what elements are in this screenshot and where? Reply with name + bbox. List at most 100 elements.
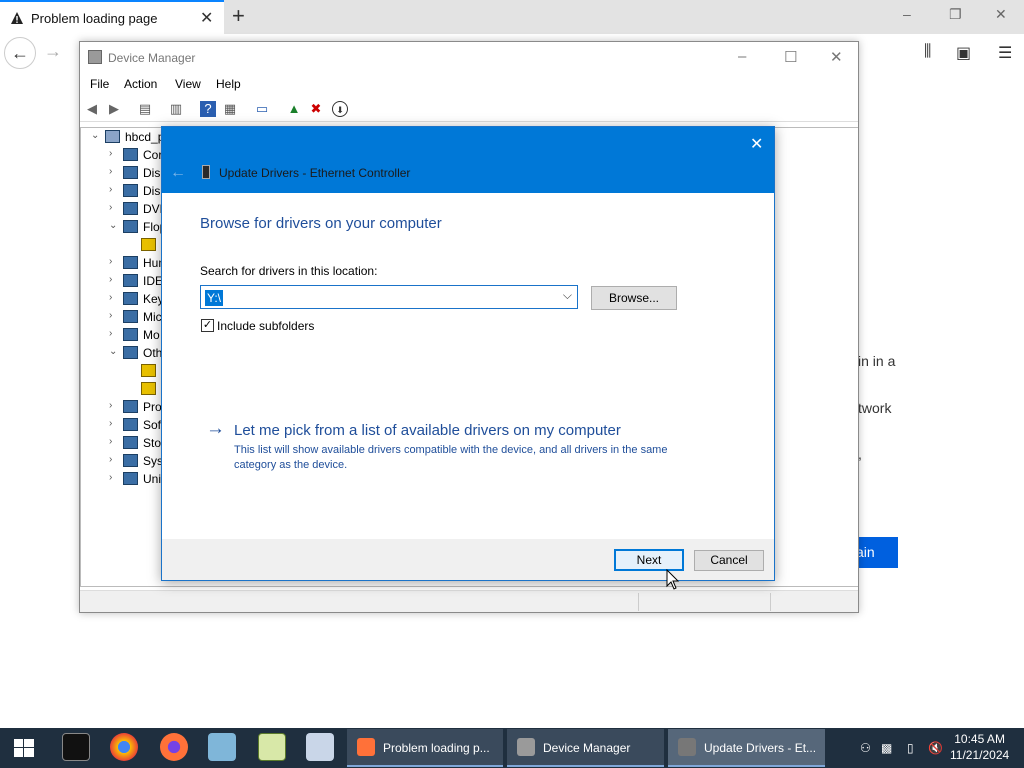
menu-file[interactable]: File	[90, 77, 109, 91]
help-icon[interactable]: ?	[200, 101, 216, 117]
device-category-icon	[123, 292, 138, 305]
chevron-right-icon[interactable]: ›	[109, 184, 112, 195]
back-button[interactable]: ←	[4, 37, 36, 69]
tool-icon[interactable]	[306, 733, 334, 761]
dm-close-button[interactable]: ✕	[830, 48, 843, 66]
tab-strip: Problem loading page ✕ + – ❐ ✕	[0, 0, 1024, 34]
restore-button[interactable]: ❐	[949, 6, 962, 23]
menu-icon[interactable]: ☰	[998, 43, 1012, 63]
tree-item-label: Sof	[143, 418, 162, 432]
display-icon[interactable]: ▩	[881, 741, 892, 755]
chevron-down-icon[interactable]: ⌄	[109, 346, 117, 357]
sidebar-icon[interactable]: ▣	[956, 43, 971, 63]
tree-item-label: Mo	[143, 328, 160, 342]
chevron-right-icon[interactable]: ›	[109, 454, 112, 465]
volume-muted-icon[interactable]: 🔇	[928, 741, 943, 755]
windows-start-icon[interactable]	[14, 739, 34, 757]
firefox-icon[interactable]	[160, 733, 188, 761]
explorer-icon[interactable]	[208, 733, 236, 761]
include-subfolders-label[interactable]: Include subfolders	[217, 319, 314, 333]
pick-from-list-link[interactable]: Let me pick from a list of available dri…	[234, 422, 621, 439]
uninstall-icon[interactable]: ✖	[308, 101, 324, 117]
cancel-button[interactable]: Cancel	[694, 550, 764, 571]
tab-title: Problem loading page	[31, 11, 158, 26]
forward-arrow-icon[interactable]: ▶	[106, 101, 122, 117]
update-drivers-dialog: ✕ ← Update Drivers - Ethernet Controller…	[161, 126, 775, 581]
taskbar-window-device-manager[interactable]: Device Manager	[507, 729, 664, 767]
chevron-right-icon[interactable]: ›	[109, 310, 112, 321]
menu-action[interactable]: Action	[124, 77, 157, 91]
clock[interactable]: 10:45 AM 11/21/2024	[950, 731, 1009, 763]
taskbar-window-label: Problem loading p...	[383, 741, 490, 755]
disable-icon[interactable]: ⬇	[332, 101, 348, 117]
tree-item-label: Pro	[143, 400, 162, 414]
chevron-right-icon[interactable]: ›	[109, 436, 112, 447]
update-driver-icon[interactable]: ▲	[286, 101, 302, 117]
menu-view[interactable]: View	[175, 77, 201, 91]
device-manager-toolbar: ◀ ▶ ▤ ▥ ? ▦ ▭ ▲ ✖ ⬇	[80, 96, 858, 122]
next-button[interactable]: Next	[614, 549, 684, 571]
dialog-back-button[interactable]: ←	[170, 164, 186, 182]
browse-button[interactable]: Browse...	[591, 286, 677, 310]
chevron-right-icon[interactable]: ›	[109, 256, 112, 267]
device-category-icon	[123, 310, 138, 323]
chevron-right-icon[interactable]: ›	[109, 148, 112, 159]
chevron-down-icon[interactable]: ⌄	[91, 130, 99, 141]
warning-device-icon	[141, 382, 156, 395]
library-icon[interactable]: ⫼	[924, 43, 931, 61]
device-category-icon	[123, 184, 138, 197]
chevron-down-icon[interactable]: ⌄	[109, 220, 117, 231]
terminal-icon[interactable]	[62, 733, 90, 761]
chevron-right-icon[interactable]: ›	[109, 418, 112, 429]
notepad-icon[interactable]	[258, 733, 286, 761]
search-location-label: Search for drivers in this location:	[200, 264, 378, 278]
device-category-icon	[123, 400, 138, 413]
device-manager-title: Device Manager	[108, 51, 196, 65]
clock-date: 11/21/2024	[950, 748, 1010, 762]
chevron-right-icon[interactable]: ›	[109, 292, 112, 303]
driver-path-value[interactable]: Y:\	[205, 290, 224, 306]
dm-minimize-button[interactable]: –	[738, 48, 746, 65]
status-divider	[770, 593, 771, 611]
menu-help[interactable]: Help	[216, 77, 241, 91]
chevron-down-icon[interactable]: ⌵	[563, 288, 572, 303]
minimize-button[interactable]: –	[903, 6, 911, 22]
dm-maximize-button[interactable]: ☐	[784, 48, 797, 66]
chrome-icon[interactable]	[110, 733, 138, 761]
device-category-icon	[105, 130, 120, 143]
chevron-right-icon[interactable]: ›	[109, 202, 112, 213]
driver-path-combobox[interactable]: Y:\ ⌵	[200, 285, 578, 309]
network-icon[interactable]: ⚇	[860, 741, 871, 755]
back-arrow-icon[interactable]: ◀	[84, 101, 100, 117]
chevron-right-icon[interactable]: ›	[109, 328, 112, 339]
page-text-fragment: in in a	[858, 353, 896, 369]
device-category-icon	[123, 472, 138, 485]
chevron-right-icon[interactable]: ›	[109, 166, 112, 177]
chevron-right-icon[interactable]: ›	[109, 472, 112, 483]
chevron-right-icon[interactable]: ›	[109, 400, 112, 411]
forward-button[interactable]: →	[44, 41, 62, 62]
include-subfolders-checkbox[interactable]: ✓	[201, 319, 214, 332]
resources-icon[interactable]: ▦	[222, 101, 238, 117]
close-tab-icon[interactable]: ✕	[200, 8, 213, 28]
arrow-right-icon[interactable]: →	[206, 418, 225, 440]
properties-icon[interactable]: ▥	[168, 101, 184, 117]
warning-device-icon	[141, 364, 156, 377]
device-category-icon	[123, 436, 138, 449]
browser-tab[interactable]: Problem loading page ✕	[0, 0, 224, 34]
tree-item-label: hbcd_p	[125, 130, 165, 144]
dialog-close-button[interactable]: ✕	[750, 134, 763, 154]
device-category-icon	[123, 328, 138, 341]
show-hide-tree-icon[interactable]: ▤	[137, 101, 153, 117]
device-category-icon	[123, 418, 138, 431]
usb-icon[interactable]: ▯	[907, 741, 914, 755]
tree-item[interactable]: ⌄ hbcd_p	[91, 130, 171, 146]
new-tab-button[interactable]: +	[232, 3, 245, 29]
close-window-button[interactable]: ✕	[995, 6, 1007, 23]
taskbar-window-label: Update Drivers - Et...	[704, 741, 817, 755]
taskbar-window-firefox[interactable]: Problem loading p...	[347, 729, 503, 767]
scan-hardware-icon[interactable]: ▭	[254, 101, 270, 117]
taskbar-window-update-drivers[interactable]: Update Drivers - Et...	[668, 729, 825, 767]
device-category-icon	[123, 148, 138, 161]
chevron-right-icon[interactable]: ›	[109, 274, 112, 285]
